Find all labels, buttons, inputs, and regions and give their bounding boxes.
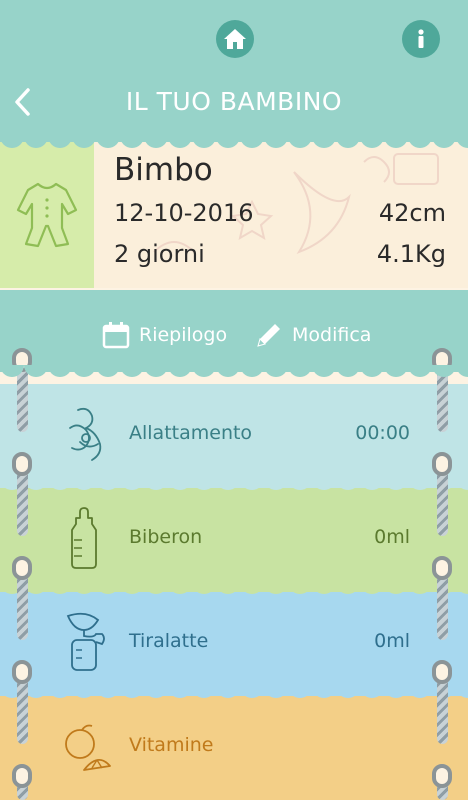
- section-label: Allattamento: [129, 422, 253, 444]
- page-title: IL TUO BAMBINO: [125, 87, 343, 116]
- section-scallop-edge: [0, 478, 468, 492]
- info-icon: [418, 29, 424, 48]
- citrus-icon: [65, 724, 111, 771]
- baby-age: 2 giorni: [114, 240, 205, 268]
- baby-onesie-icon: [16, 182, 78, 248]
- baby-bottle-icon: [71, 507, 97, 569]
- section-value: 0ml: [374, 630, 410, 652]
- header: IL TUO BAMBINO: [0, 80, 468, 142]
- edit-button[interactable]: Modifica: [254, 320, 371, 350]
- baby-profile-card[interactable]: Bimbo 12-10-2016 2 giorni 42cm 4.1Kg: [0, 142, 468, 288]
- calendar-icon: [102, 322, 130, 349]
- binder-ring: [432, 556, 452, 580]
- section-label: Biberon: [129, 526, 203, 548]
- top-bar: [0, 0, 468, 80]
- edit-label: Modifica: [292, 324, 372, 346]
- binder-ring: [432, 660, 452, 684]
- section-scallop-edge: [0, 686, 468, 700]
- section-label: Tiralatte: [129, 630, 209, 652]
- binder-ring: [12, 556, 32, 580]
- binder-ring: [12, 660, 32, 684]
- section-value: 0ml: [374, 526, 410, 548]
- section-tiralatte[interactable]: Tiralatte 0ml: [0, 592, 468, 696]
- binder-ring: [12, 764, 32, 788]
- section-scallop-edge: [0, 582, 468, 596]
- section-biberon[interactable]: Biberon 0ml: [0, 488, 468, 592]
- section-allattamento[interactable]: Allattamento 00:00: [0, 384, 468, 488]
- binder-ring: [432, 452, 452, 476]
- pencil-icon: [257, 324, 280, 347]
- breastfeeding-icon: [69, 407, 102, 461]
- actions-scallop-edge: [0, 365, 468, 379]
- breast-pump-icon: [66, 612, 105, 671]
- section-vitamine[interactable]: Vitamine: [0, 696, 468, 800]
- baby-name: Bimbo: [114, 152, 213, 188]
- section-value: 00:00: [355, 422, 410, 444]
- home-icon: [224, 29, 246, 49]
- baby-height: 42cm: [378, 199, 446, 227]
- summary-button[interactable]: Riepilogo: [101, 320, 227, 350]
- baby-birthdate: 12-10-2016: [114, 199, 254, 227]
- summary-label: Riepilogo: [139, 324, 228, 346]
- binder-ring: [12, 452, 32, 476]
- binder-ring: [432, 764, 452, 788]
- baby-weight: 4.1Kg: [376, 240, 446, 268]
- info-button[interactable]: [402, 20, 440, 58]
- header-scallop-edge: [0, 136, 468, 150]
- section-label: Vitamine: [129, 734, 214, 756]
- actions-bar: Riepilogo Modifica: [0, 290, 468, 372]
- profile-icon-panel: [0, 142, 94, 288]
- home-button[interactable]: [216, 20, 254, 58]
